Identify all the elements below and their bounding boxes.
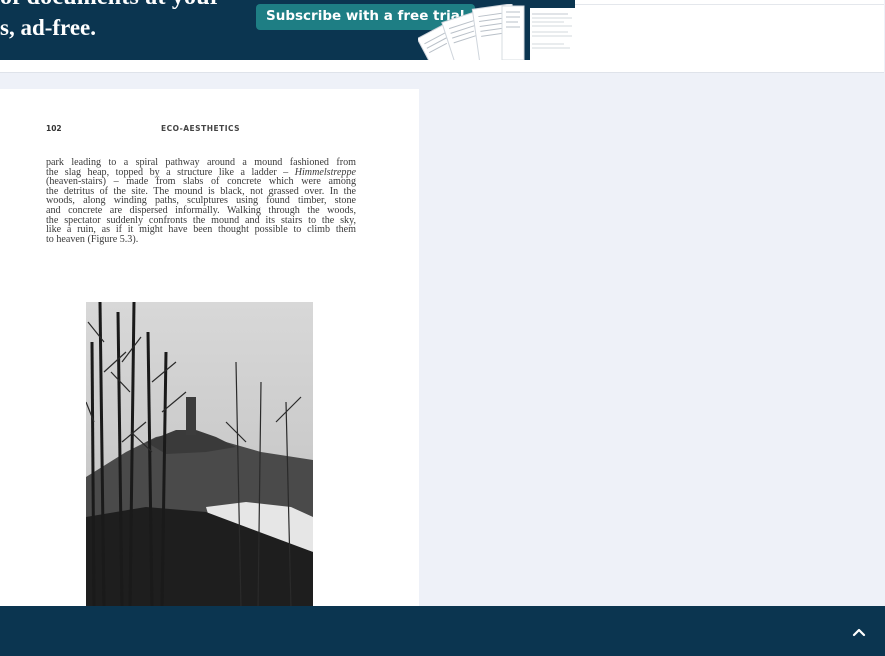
text-line: to heaven (Figure 5.3). [46,233,139,245]
chevron-up-icon[interactable] [851,624,867,640]
promo-headline-line2: s, ad-free. [0,15,97,40]
bottom-bar [0,606,885,656]
figure-photo [86,302,313,609]
landscape-photo [86,302,313,609]
document-page: 102 ECO-AESTHETICS park leading to a spi… [0,89,419,609]
promo-headline-line1: of documents at your [0,0,221,11]
body-paragraph: park leading to a spiral pathway around … [46,158,356,244]
page-number: 102 [46,124,62,133]
running-head: ECO-AESTHETICS [161,124,241,133]
promo-banner: of documents at your s, ad-free. Subscri… [0,0,575,60]
document-stack-illustration [418,4,575,60]
